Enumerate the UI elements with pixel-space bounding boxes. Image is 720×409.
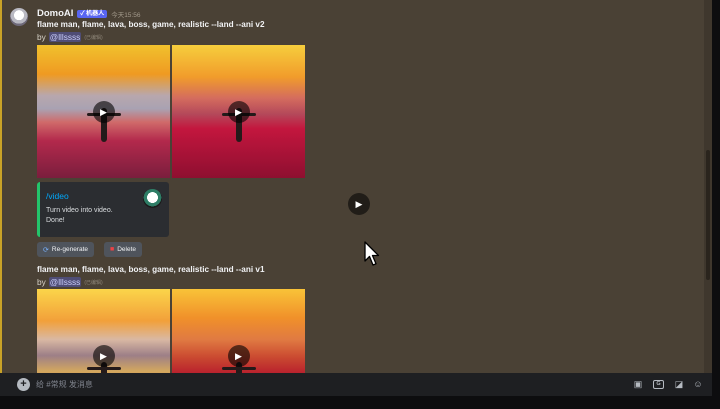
bot-badge: ✓ 机器人 [77,9,108,18]
message-header: DomoAI ✓ 机器人 今天15:56 [37,8,140,19]
message-timestamp: 今天15:56 [111,11,141,19]
embed-line: Turn video into video. [46,207,113,214]
user-mention[interactable]: @lllssss [48,32,82,42]
byline-v1: by @lllssss (已编辑) [37,277,103,287]
regenerate-label: Re-generate [51,246,89,253]
emoji-icon[interactable]: ☺ [692,378,704,390]
regenerate-button[interactable]: ⟳ Re-generate [37,242,95,257]
edited-tag: (已编辑) [84,34,103,41]
play-icon[interactable]: ▶ [348,193,370,215]
edited-tag: (已编辑) [84,279,103,286]
add-circle-icon[interactable]: + [17,378,30,391]
video-grid-v1: ▶ ▶ [37,289,305,373]
by-label: by [37,32,46,42]
scrollbar-thumb[interactable] [706,150,710,280]
delete-label: Delete [117,246,137,253]
embed-line: Done! [46,217,65,224]
video-thumbnail[interactable]: ▶ [172,289,305,373]
prompt-text-v2: flame man, flame, lava, boss, game, real… [37,20,265,29]
embed-description: Turn video into video. Done! [46,206,113,226]
play-icon[interactable]: ▶ [92,100,115,123]
play-icon[interactable]: ▶ [227,344,250,367]
refresh-icon: ⟳ [43,246,49,254]
delete-button[interactable]: ■ Delete [104,242,143,257]
by-label: by [37,277,46,287]
mouse-cursor-icon [364,241,380,266]
play-icon[interactable]: ▶ [92,344,115,367]
video-thumbnail[interactable]: ▶ [37,45,170,178]
video-thumbnail[interactable]: ▶ [172,45,305,178]
embed-command-link[interactable]: /video [46,191,69,201]
gift-icon[interactable]: ▣ [632,378,644,390]
sticker-icon[interactable]: ◪ [673,378,685,390]
embed-thumbnail [143,189,162,208]
byline-v2: by @lllssss (已编辑) [37,32,103,42]
scrollbar[interactable] [704,0,712,373]
command-embed: /video Turn video into video. Done! [37,182,169,237]
highlight-bar [0,0,2,373]
message-input[interactable] [36,376,616,393]
delete-icon: ■ [110,246,115,253]
play-icon[interactable]: ▶ [227,100,250,123]
gif-icon[interactable]: G [653,380,664,389]
author-name[interactable]: DomoAI [37,8,73,19]
video-thumbnail[interactable]: ▶ [37,289,170,373]
chat-area: DomoAI ✓ 机器人 今天15:56 flame man, flame, l… [0,0,712,373]
video-grid-v2: ▶ ▶ [37,45,305,178]
user-mention[interactable]: @lllssss [48,277,82,287]
prompt-text-v1: flame man, flame, lava, boss, game, real… [37,265,265,274]
message-composer: + ▣ G ◪ ☺ [0,373,712,396]
bot-avatar[interactable] [10,8,28,26]
